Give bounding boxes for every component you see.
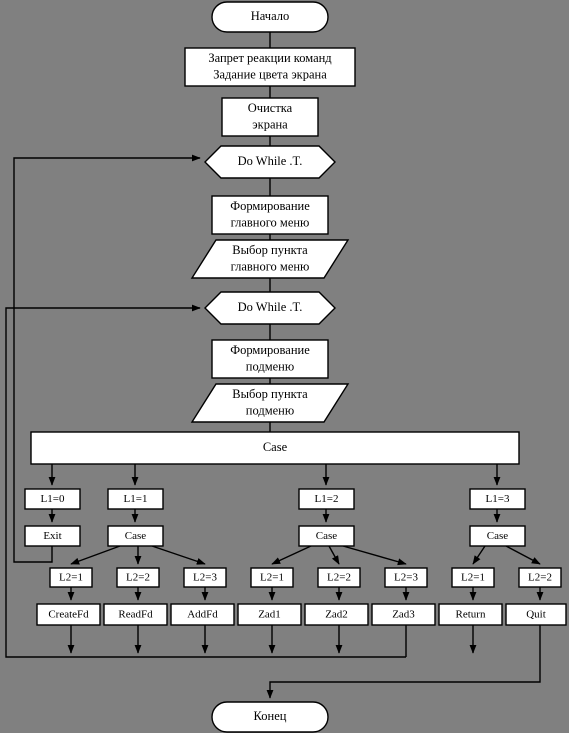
node-label-l2_a1: L2=1: [59, 571, 83, 583]
node-case_b: Case: [298, 525, 355, 547]
node-case1: Case: [30, 431, 520, 465]
connector-case_a-to-l2_a1: [70, 545, 121, 565]
connector-quit-to-end: [266, 625, 541, 699]
node-label-l2_a3: L2=3: [193, 571, 217, 583]
node-label-case_b: Case: [316, 530, 338, 542]
node-submenu: Формирование подменю: [211, 339, 329, 379]
node-label-l2_a2: L2=2: [126, 571, 150, 583]
node-label-zad2: Zad2: [325, 608, 348, 620]
node-clear: Очистка экрана: [221, 97, 319, 137]
node-label-createfd: CreateFd: [48, 608, 89, 620]
node-l2_c1: L2=1: [451, 567, 495, 588]
node-label-l1_3: L1=3: [486, 493, 510, 505]
connector-case_b-to-l2_b3: [342, 545, 407, 566]
node-label-case_a: Case: [125, 530, 147, 542]
node-label-return: Return: [456, 608, 486, 620]
flowchart-canvas: Начало Запрет реакции команд Задание цвета…: [5, 1, 567, 733]
node-label-l2_b1: L2=1: [260, 571, 284, 583]
node-label-dowhile2: Do While .T.: [238, 300, 303, 314]
node-quit: Quit: [505, 603, 567, 626]
node-label-case1: Case: [263, 440, 288, 454]
node-addfd: AddFd: [170, 603, 235, 626]
node-label-l2_b3: L2=3: [394, 571, 418, 583]
node-dowhile2: Do While .T.: [204, 291, 336, 325]
connector-case_b-to-l2_b2: [328, 545, 340, 565]
node-exit: Exit: [24, 525, 81, 547]
node-label-l2_c1: L2=1: [461, 571, 485, 583]
node-zad2: Zad2: [304, 603, 369, 626]
node-subsel: Выбор пункта подменю: [190, 383, 350, 423]
node-mainmenu: Формирование главного меню: [211, 195, 329, 235]
node-return: Return: [438, 603, 503, 626]
node-dowhile1: Do While .T.: [204, 145, 336, 179]
flowchart-diagram: Начало Запрет реакции команд Задание цвета…: [0, 0, 569, 733]
node-case_a: Case: [107, 525, 164, 547]
node-label-l1_0: L1=0: [41, 493, 65, 505]
node-label-readfd: ReadFd: [118, 608, 153, 620]
node-label-l2_b2: L2=2: [327, 571, 351, 583]
node-l2_b3: L2=3: [384, 567, 428, 588]
node-l2_a3: L2=3: [183, 567, 227, 588]
node-l2_a1: L2=1: [49, 567, 93, 588]
node-label-l1_1: L1=1: [124, 493, 148, 505]
node-label-zad1: Zad1: [258, 608, 281, 620]
connector-case_c-to-l2_c1: [472, 545, 486, 565]
node-createfd: CreateFd: [36, 603, 101, 626]
node-label-case_c: Case: [487, 530, 509, 542]
node-l1_3: L1=3: [469, 488, 526, 510]
node-label-addfd: AddFd: [187, 608, 218, 620]
node-l2_b2: L2=2: [317, 567, 361, 588]
node-label-l2_c2: L2=2: [528, 571, 552, 583]
connector-case_b-to-l2_b1: [271, 545, 312, 565]
node-init: Запрет реакции команд Задание цвета экран…: [184, 47, 356, 87]
node-label-l1_2: L1=2: [315, 493, 339, 505]
node-label-quit: Quit: [526, 608, 546, 620]
node-l2_c2: L2=2: [518, 567, 562, 588]
node-layer: Начало Запрет реакции команд Задание цвета…: [24, 1, 567, 733]
node-end: Конец: [211, 701, 329, 733]
node-l2_b1: L2=1: [250, 567, 294, 588]
node-case_c: Case: [469, 525, 526, 547]
connector-case_a-to-l2_a3: [151, 545, 206, 565]
node-label-zad3: Zad3: [392, 608, 415, 620]
node-label-end: Конец: [254, 709, 287, 723]
node-label-start: Начало: [251, 9, 290, 23]
node-zad3: Zad3: [371, 603, 436, 626]
node-readfd: ReadFd: [103, 603, 168, 626]
node-l1_1: L1=1: [107, 488, 164, 510]
node-l2_a2: L2=2: [116, 567, 160, 588]
node-l1_2: L1=2: [298, 488, 355, 510]
node-label-exit: Exit: [43, 530, 61, 542]
node-l1_0: L1=0: [24, 488, 81, 510]
node-mainsel: Выбор пункта главного меню: [190, 239, 350, 279]
connector-case_c-to-l2_c2: [505, 545, 541, 565]
node-start: Начало: [211, 1, 329, 33]
node-label-dowhile1: Do While .T.: [238, 154, 303, 168]
node-zad1: Zad1: [237, 603, 302, 626]
